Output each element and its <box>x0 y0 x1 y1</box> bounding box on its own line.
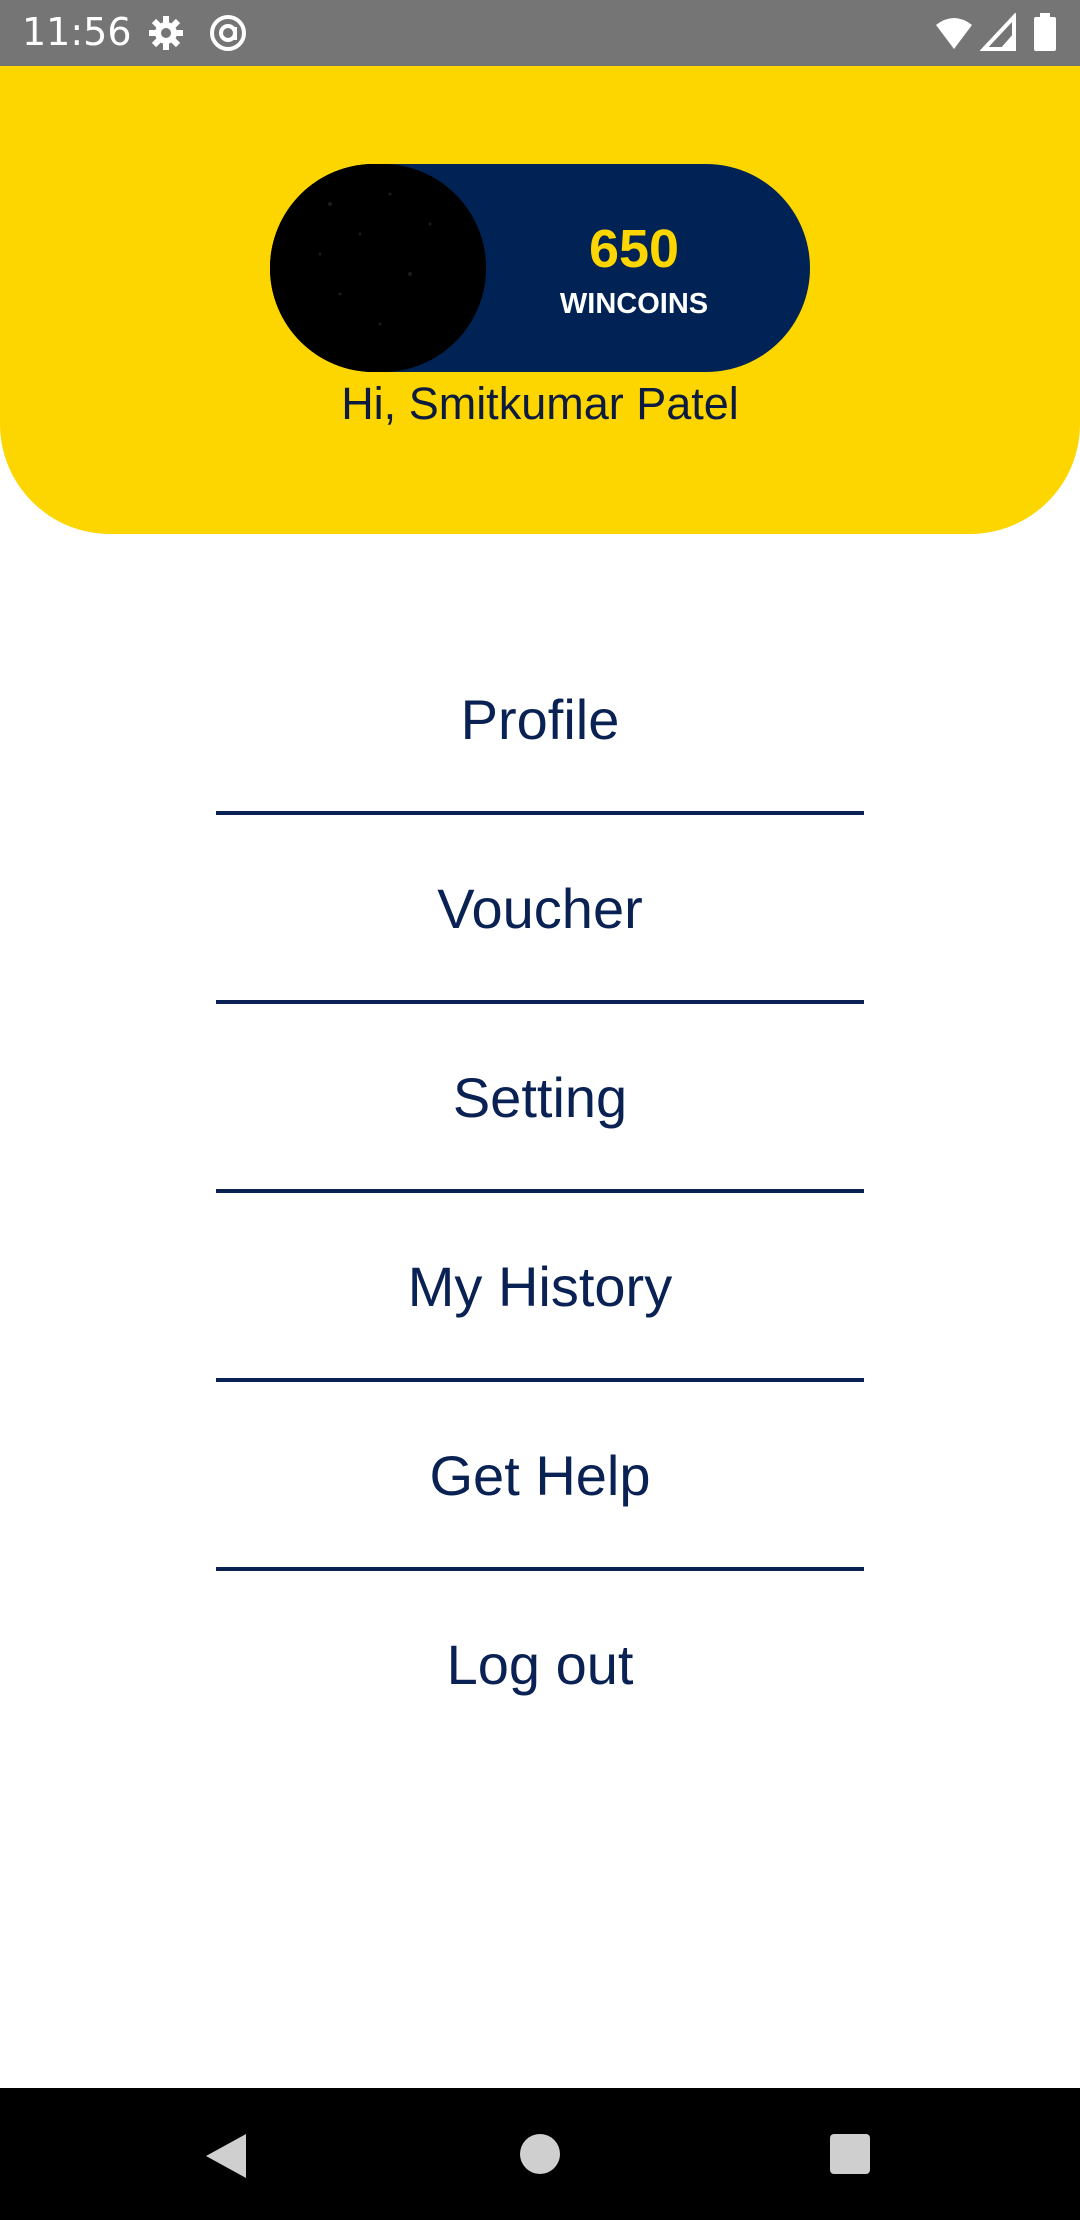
menu-item-setting[interactable]: Setting <box>0 1048 1080 1148</box>
profile-header: 650 WINCOINS Hi, Smitkumar Patel <box>0 66 1080 534</box>
menu-item-my-history[interactable]: My History <box>0 1237 1080 1337</box>
wincoins-value: 650 <box>588 219 680 279</box>
menu-item-get-help[interactable]: Get Help <box>0 1426 1080 1526</box>
greeting: Hi, Smitkumar Patel <box>341 378 739 429</box>
signal-icon <box>979 11 1020 53</box>
menu-item-profile[interactable]: Profile <box>0 670 1080 770</box>
wincoins-pill[interactable]: 650 WINCOINS <box>270 164 810 372</box>
menu-item-voucher[interactable]: Voucher <box>0 859 1080 959</box>
at-sign-icon <box>208 13 248 53</box>
menu-divider <box>216 811 864 815</box>
screen: 11:56 650 WINCOINS Hi, Smitkumar Patel P… <box>0 0 1080 2220</box>
menu-divider <box>216 1567 864 1571</box>
navigation-bar <box>0 2088 1080 2220</box>
menu-divider <box>216 1000 864 1004</box>
battery-icon <box>1032 13 1058 53</box>
status-bar: 11:56 <box>0 0 1080 66</box>
wincoins-label: WINCOINS <box>559 288 709 320</box>
menu-divider <box>216 1378 864 1382</box>
back-icon[interactable] <box>206 2134 246 2178</box>
menu-divider <box>216 1189 864 1193</box>
avatar[interactable] <box>270 164 486 372</box>
gear-icon <box>146 13 186 53</box>
recents-icon[interactable] <box>830 2134 870 2174</box>
wifi-icon <box>934 13 974 53</box>
menu-item-log-out[interactable]: Log out <box>0 1615 1080 1715</box>
home-icon[interactable] <box>520 2134 560 2174</box>
status-time: 11:56 <box>22 10 132 54</box>
